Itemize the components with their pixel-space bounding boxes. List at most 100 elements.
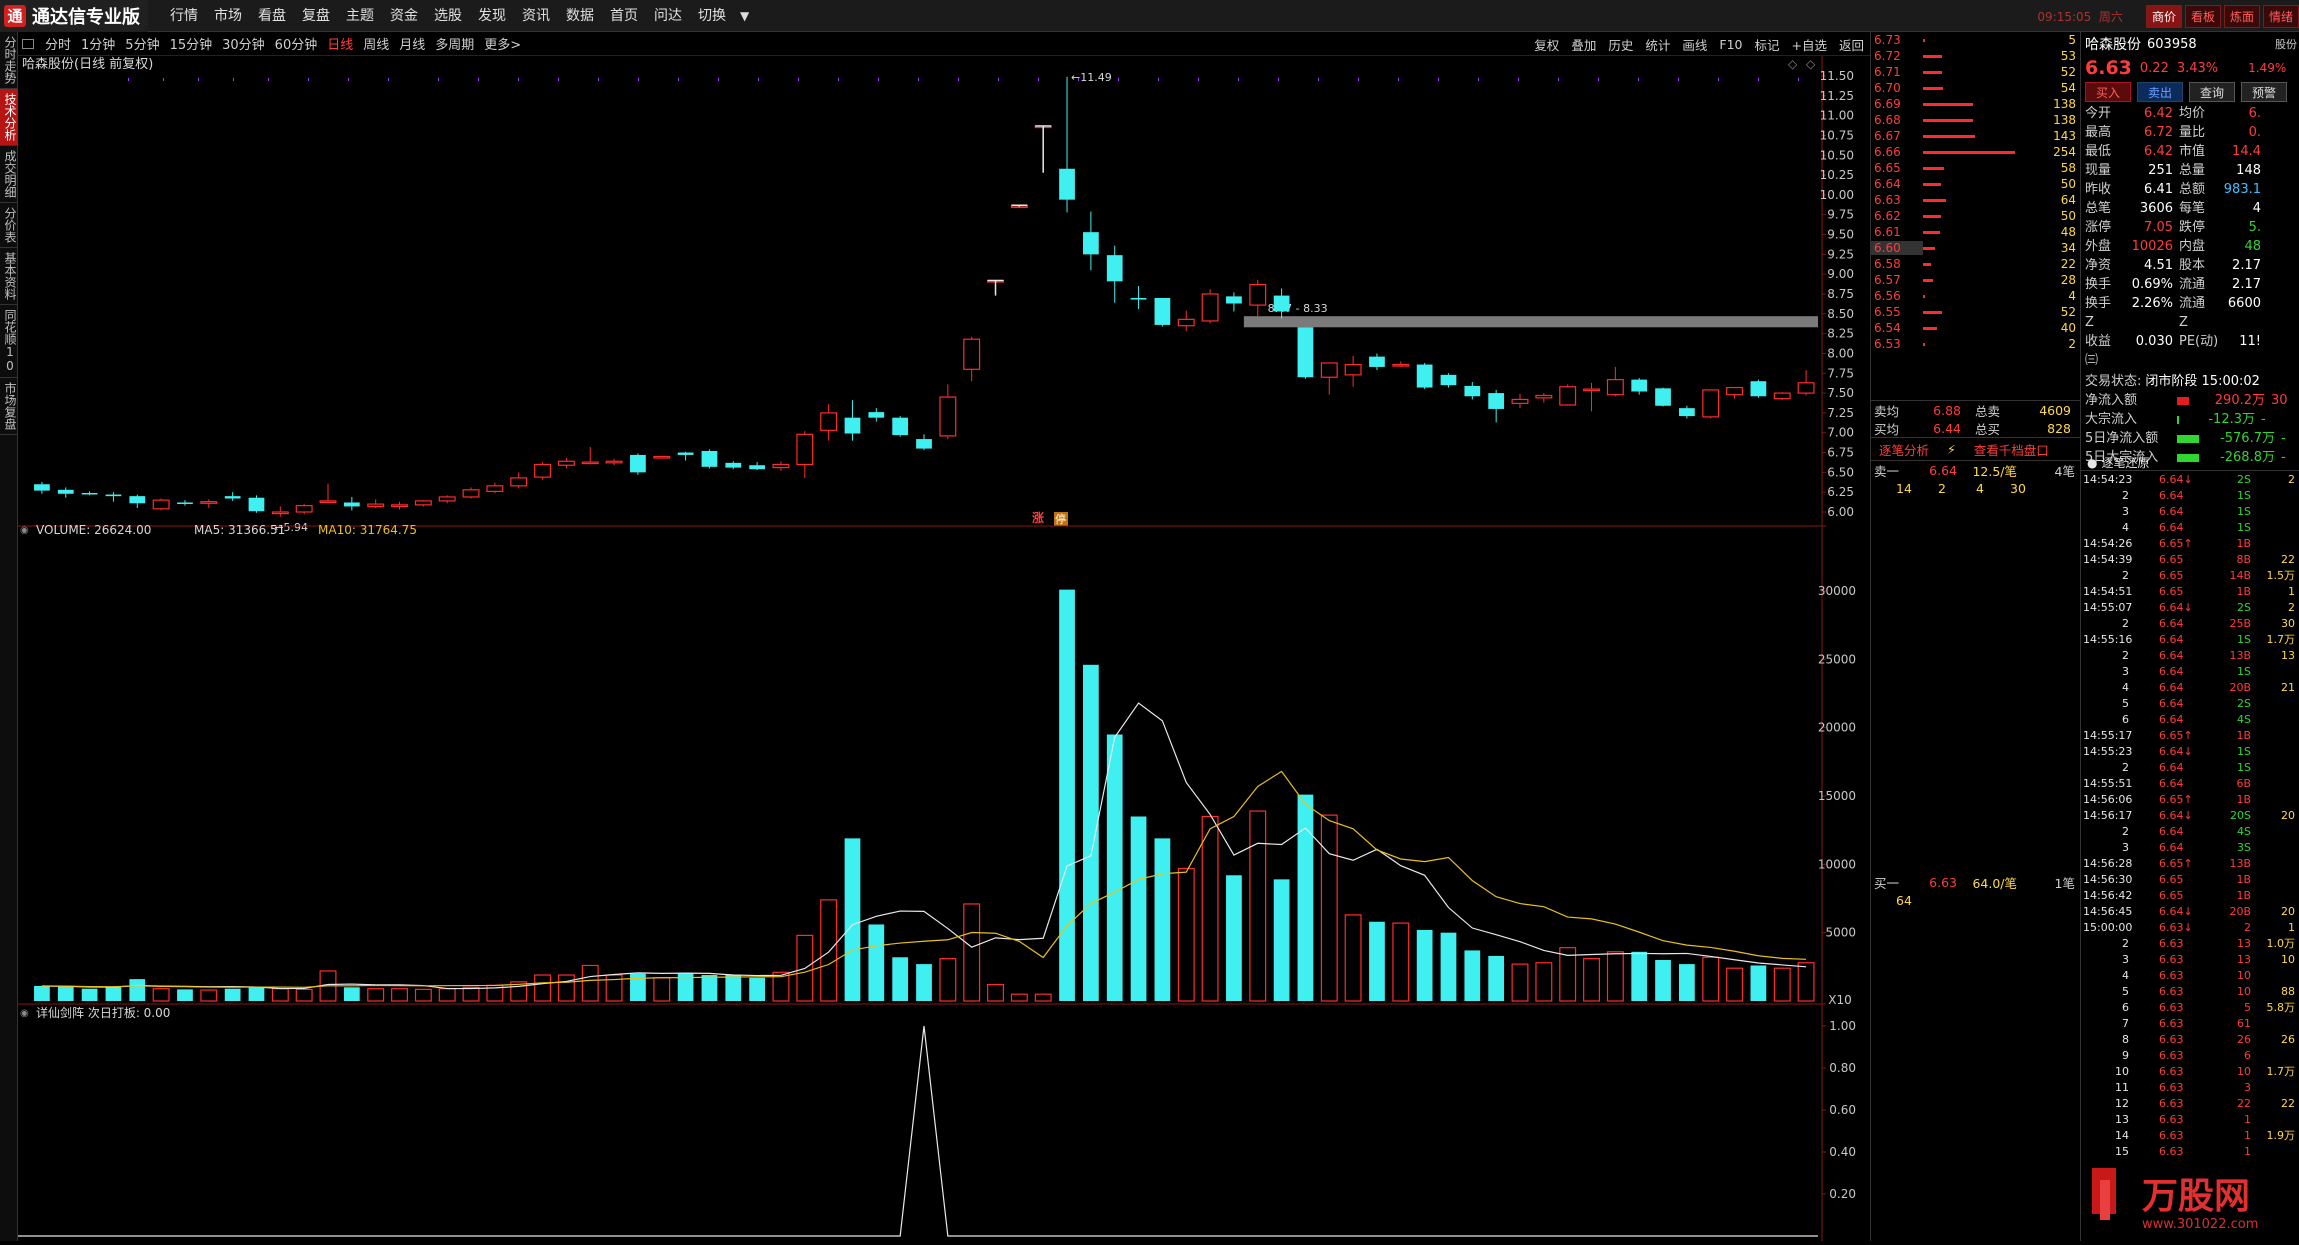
tool-1[interactable]: 叠加	[1565, 35, 1602, 54]
depth-link[interactable]: 查看千档盘口	[1974, 440, 2049, 459]
order-level[interactable]: 6.60 34	[1871, 240, 2080, 256]
kline-chart-svg[interactable]: 哈森股份(日线 前复权) 11.50 11.25 11.00 10.75 10.50 10.…	[18, 56, 1870, 1241]
top-right-button-1[interactable]: 看板	[2184, 4, 2221, 28]
top-marker	[163, 78, 164, 81]
fund-flow-row: 5日净流入额 -576.7万 -	[2085, 431, 2286, 446]
menu-item-6[interactable]: 选股	[426, 0, 470, 32]
period-10[interactable]: 更多>	[479, 34, 526, 53]
menu-item-4[interactable]: 主题	[338, 0, 382, 32]
candle-up	[295, 505, 313, 513]
trade-button-2[interactable]: 查询	[2189, 82, 2236, 102]
menu-item-8[interactable]: 资讯	[514, 0, 558, 32]
indicator-legend: 详仙剑阵 次日打板: 0.00	[36, 1005, 170, 1020]
order-level[interactable]: 6.63 64	[1871, 192, 2080, 208]
field-value: 14.4	[2232, 144, 2261, 159]
left-tab-3[interactable]: 分价表	[0, 203, 18, 248]
left-tab-0[interactable]: 分时走势	[0, 32, 18, 89]
period-4[interactable]: 30分钟	[217, 34, 270, 53]
period-3[interactable]: 15分钟	[165, 34, 218, 53]
trade-button-3[interactable]: 预警	[2241, 82, 2288, 102]
tool-4[interactable]: 画线	[1676, 35, 1713, 54]
top-right-button-0[interactable]: 商价	[2145, 4, 2182, 28]
menu-item-7[interactable]: 发现	[470, 0, 514, 32]
menu-dropdown-icon[interactable]: ▼	[740, 9, 749, 23]
trade-button-1[interactable]: 卖出	[2137, 82, 2184, 102]
top-marker	[1598, 78, 1599, 81]
period-9[interactable]: 多周期	[430, 34, 479, 53]
order-level[interactable]: 6.65 58	[1871, 160, 2080, 176]
tool-0[interactable]: 复权	[1528, 35, 1565, 54]
order-level[interactable]: 6.67 143	[1871, 128, 2080, 144]
volume-bar-up	[391, 988, 408, 1002]
tool-6[interactable]: 标记	[1748, 35, 1785, 54]
tool-7[interactable]: +自选	[1786, 35, 1833, 54]
order-level[interactable]: 6.55 52	[1871, 304, 2080, 320]
volume-tick-label: 20000	[1818, 721, 1856, 735]
menu-item-10[interactable]: 首页	[602, 0, 646, 32]
order-level[interactable]: 6.69 138	[1871, 96, 2080, 112]
menu-item-1[interactable]: 市场	[206, 0, 250, 32]
menu-item-2[interactable]: 看盘	[250, 0, 294, 32]
order-level[interactable]: 6.53 2	[1871, 336, 2080, 352]
order-level[interactable]: 6.57 28	[1871, 272, 2080, 288]
field-label: 量比	[2179, 125, 2206, 140]
price-tick-label: 10.25	[1820, 168, 1854, 182]
tick-row: 3 6.64 1S	[2122, 664, 2251, 678]
period-2[interactable]: 5分钟	[120, 34, 164, 53]
order-level[interactable]: 6.58 22	[1871, 256, 2080, 272]
left-tab-1[interactable]: 技术分析	[0, 89, 18, 146]
volume-bar-up	[1511, 963, 1529, 1002]
top-marker	[233, 78, 234, 81]
tool-2[interactable]: 历史	[1602, 35, 1639, 54]
order-level[interactable]: 6.56 4	[1871, 288, 2080, 304]
period-0[interactable]: 分时	[40, 34, 76, 53]
chart-title: 哈森股份(日线 前复权)	[22, 56, 153, 72]
tool-5[interactable]: F10	[1713, 37, 1748, 52]
stock-extra[interactable]: 股份	[2275, 36, 2297, 52]
period-1[interactable]: 1分钟	[76, 34, 120, 53]
trade-button-0[interactable]: 买入	[2085, 82, 2132, 102]
period-8[interactable]: 月线	[394, 34, 430, 53]
order-bar	[1923, 230, 1940, 234]
menu-item-12[interactable]: 切换	[690, 0, 734, 32]
left-tab-2[interactable]: 成交明细	[0, 146, 18, 203]
volume-bar-up	[414, 988, 432, 1002]
order-level[interactable]: 6.61 48	[1871, 224, 2080, 240]
tool-8[interactable]: 返回	[1833, 35, 1870, 54]
menu-item-3[interactable]: 复盘	[294, 0, 338, 32]
price-range-band	[1243, 316, 1818, 328]
menu-item-9[interactable]: 数据	[558, 0, 602, 32]
period-5[interactable]: 60分钟	[270, 34, 323, 53]
order-level[interactable]: 6.73 5	[1871, 32, 2080, 48]
left-vertical-tabs: 分时走势 技术分析 成交明细 分价表 基本资料 同花顺10 市场复盘	[0, 32, 18, 1241]
period-7[interactable]: 周线	[358, 34, 394, 53]
left-tab-4[interactable]: 基本资料	[0, 248, 18, 305]
order-level[interactable]: 6.62 50	[1871, 208, 2080, 224]
top-marker	[678, 78, 679, 81]
volume-bar-down	[916, 964, 932, 1001]
order-level[interactable]: 6.66 254	[1871, 144, 2080, 160]
indicator-tick-label: 1.00	[1829, 1019, 1856, 1033]
menu-item-11[interactable]: 问达	[646, 0, 690, 32]
top-right-button-2[interactable]: 炼面	[2223, 4, 2260, 28]
top-right-button-3[interactable]: 情绪	[2262, 4, 2299, 28]
order-level[interactable]: 6.64 50	[1871, 176, 2080, 192]
volume-bar-down	[129, 979, 146, 1001]
order-level[interactable]: 6.70 54	[1871, 80, 2080, 96]
period-6[interactable]: 日线	[322, 34, 358, 53]
order-level[interactable]: 6.54 40	[1871, 320, 2080, 336]
volume-bar-up	[581, 964, 599, 1002]
tool-3[interactable]: 统计	[1639, 35, 1676, 54]
lightning-icon: ⚡	[1947, 441, 1956, 457]
flow-analysis-link[interactable]: 逐笔分析	[1879, 440, 1929, 459]
order-level[interactable]: 6.71 52	[1871, 64, 2080, 80]
left-tab-6[interactable]: 市场复盘	[0, 378, 18, 435]
chart-area[interactable]: 哈森股份(日线 前复权) 11.50 11.25 11.00 10.75 10.50 10.…	[18, 56, 1870, 1241]
order-level[interactable]: 6.72 53	[1871, 48, 2080, 64]
menu-item-5[interactable]: 资金	[382, 0, 426, 32]
order-level[interactable]: 6.68 138	[1871, 112, 2080, 128]
layout-icon[interactable]	[22, 38, 34, 49]
left-tab-5[interactable]: 同花顺10	[0, 305, 18, 378]
top-marker	[598, 78, 599, 81]
menu-item-0[interactable]: 行情	[162, 0, 206, 32]
